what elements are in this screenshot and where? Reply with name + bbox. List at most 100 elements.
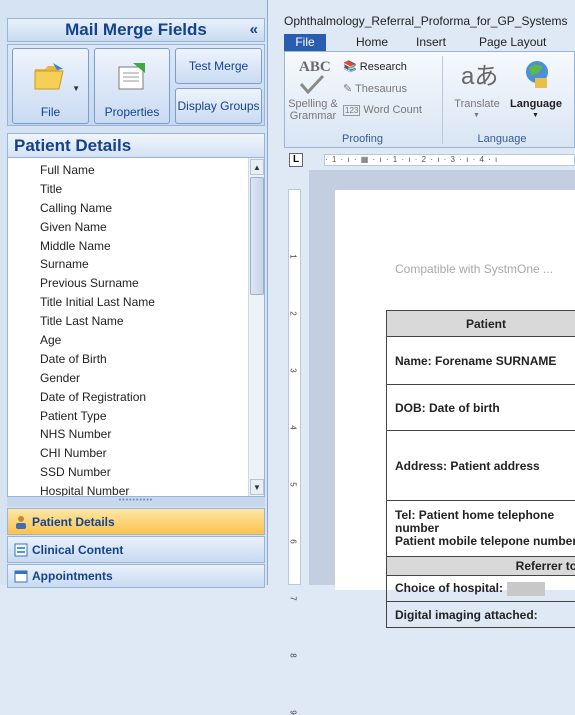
hospital-label: Choice of hospital: [395,581,503,595]
ruler-number: 4 [289,425,298,429]
word-count-icon: 123 [343,105,360,116]
telephone-cell[interactable]: Tel: Patient home telephone number Patie… [387,501,575,557]
table-row: Referrer to [387,557,575,576]
ruler-number: 3 [289,368,298,372]
merge-field-item[interactable]: Surname [8,255,248,274]
mail-merge-toolbar: ▼ File Properties Test Merge Display Gro… [7,44,265,126]
spelling-label: Spelling & [287,98,339,110]
translate-button[interactable]: aあ Translate ▼ [447,54,507,126]
table-row: Digital imaging attached: [387,602,575,628]
merge-field-item[interactable]: Gender [8,369,248,388]
scroll-up-icon[interactable]: ▲ [250,159,264,175]
nav-appointments-label: Appointments [32,569,113,583]
checkmark-icon [299,74,325,94]
merge-field-item[interactable]: Middle Name [8,237,248,256]
scroll-thumb[interactable] [250,177,264,295]
table-row: DOB: Date of birth [387,385,575,431]
merge-field-item[interactable]: Date of Birth [8,350,248,369]
word-window: Ophthalmology_Referral_Proforma_for_GP_S… [269,0,575,585]
ruler-number: 1 [289,254,298,258]
tab-selector-button[interactable]: L [289,153,303,167]
globe-icon [523,58,551,90]
vertical-scrollbar[interactable]: ▲ ▼ [248,158,264,496]
merge-field-item[interactable]: Hospital Number [8,482,248,497]
splitter-grip[interactable]: •••••••••• [7,497,265,507]
research-button[interactable]: 📚 Research [343,60,407,73]
collapse-pane-button[interactable]: « [250,21,258,38]
merge-field-items: Full NameTitleCalling NameGiven NameMidd… [8,161,248,497]
compatibility-note: Compatible with SystmOne ... [395,262,553,276]
thesaurus-label: Thesaurus [355,83,407,95]
display-groups-label: Display Groups [177,99,259,113]
ruler-number: 6 [289,539,298,543]
tab-page-layout[interactable]: Page Layout [479,34,546,51]
patient-header-cell[interactable]: Patient [387,311,575,337]
mail-merge-title: Mail Merge Fields [65,20,207,40]
vertical-ruler[interactable]: 123456789 [288,189,301,585]
grammar-label: Grammar [287,110,339,122]
tab-file[interactable]: File [284,34,326,51]
document-area: Compatible with SystmOne ... Patient Nam… [309,170,575,585]
person-icon [14,515,28,529]
address-cell[interactable]: Address: Patient address [387,431,575,501]
file-label: File [41,105,60,119]
clinical-icon [14,543,28,557]
file-button[interactable]: ▼ File [12,48,89,124]
ruler-number: 8 [289,653,298,657]
word-count-label: Word Count [363,104,422,116]
tab-home[interactable]: Home [356,34,388,51]
test-merge-button[interactable]: Test Merge [175,48,262,84]
patient-details-header: Patient Details [7,133,265,157]
translate-icon: aあ [461,56,498,91]
nav-clinical-content-label: Clinical Content [32,543,123,557]
chevron-down-icon: ▼ [532,112,539,119]
chevron-down-icon: ▼ [72,84,80,93]
spelling-grammar-button[interactable]: ABC Spelling & Grammar [287,54,339,126]
research-label: Research [360,61,407,73]
display-groups-button[interactable]: Display Groups [175,88,262,124]
merge-field-item[interactable]: Date of Registration [8,388,248,407]
referral-table: Patient Name: Forename SURNAME DOB: Date… [386,310,575,628]
properties-button[interactable]: Properties [94,48,170,124]
language-button[interactable]: Language ▼ [507,54,565,126]
merge-field-item[interactable]: Title Initial Last Name [8,293,248,312]
merge-field-item[interactable]: Age [8,331,248,350]
properties-icon [115,61,149,91]
folder-icon [33,61,69,91]
merge-field-item[interactable]: SSD Number [8,463,248,482]
hospital-cell[interactable]: Choice of hospital: [387,576,575,602]
merge-field-item[interactable]: Title Last Name [8,312,248,331]
name-cell[interactable]: Name: Forename SURNAME [387,337,575,385]
ruler-number: 9 [289,710,298,714]
scroll-down-icon[interactable]: ▼ [250,479,264,495]
mobile-tel-text: Patient mobile telepone number [395,535,575,548]
merge-field-item[interactable]: Full Name [8,161,248,180]
horizontal-ruler[interactable]: · 1 · ı · ▦ · ı · 1 · ı · 2 · ı · 3 · ı … [324,154,575,166]
test-merge-label: Test Merge [189,59,248,73]
merge-field-item[interactable]: Title [8,180,248,199]
language-group-label: Language [443,133,561,145]
tab-insert[interactable]: Insert [416,34,446,51]
merge-field-item[interactable]: Calling Name [8,199,248,218]
merge-field-item[interactable]: Previous Surname [8,274,248,293]
word-count-button[interactable]: 123 Word Count [343,104,422,116]
proofing-group-label: Proofing [285,133,440,145]
dob-cell[interactable]: DOB: Date of birth [387,385,575,431]
hospital-field[interactable] [507,582,545,596]
referrer-header-cell[interactable]: Referrer to [387,557,575,576]
nav-clinical-content[interactable]: Clinical Content [7,536,265,563]
thesaurus-button[interactable]: ✎ Thesaurus [343,82,407,95]
language-label: Language [507,98,565,110]
nav-appointments[interactable]: Appointments [7,564,265,588]
nav-patient-details-label: Patient Details [32,515,115,529]
nav-patient-details[interactable]: Patient Details [7,508,265,535]
ruler-number: 5 [289,482,298,486]
merge-field-item[interactable]: NHS Number [8,425,248,444]
merge-field-item[interactable]: Given Name [8,218,248,237]
document-page[interactable]: Compatible with SystmOne ... Patient Nam… [335,190,575,590]
research-icon: 📚 [343,61,357,73]
imaging-cell[interactable]: Digital imaging attached: [387,602,575,628]
merge-field-item[interactable]: CHI Number [8,444,248,463]
ribbon-tabs: File Home Insert Page Layout [269,33,575,51]
merge-field-item[interactable]: Patient Type [8,407,248,426]
